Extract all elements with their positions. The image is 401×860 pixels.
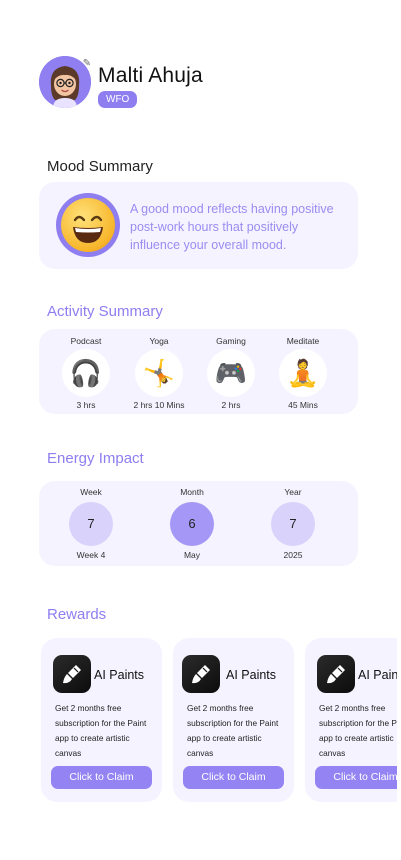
energy-item-week[interactable]: Week 7 Week 4: [59, 481, 123, 566]
profile-header: ✎ Malti Ahuja WFO: [39, 56, 359, 112]
energy-score: 6: [170, 502, 214, 546]
reward-description-line: app to create artistic: [55, 733, 130, 743]
energy-impact-title: Energy Impact: [47, 450, 144, 467]
activity-duration: 2 hrs: [221, 400, 241, 410]
meditate-icon: 🧘: [279, 349, 327, 397]
activity-item-yoga[interactable]: Yoga 🤸 2 hrs 10 Mins: [127, 329, 191, 414]
reward-card[interactable]: AI Paints Get 2 months free subscription…: [173, 638, 294, 802]
reward-description-line: canvas: [187, 748, 214, 758]
activity-item-meditate[interactable]: Meditate 🧘 45 Mins: [271, 329, 335, 414]
energy-period-value: 2025: [283, 550, 303, 560]
work-mode-badge: WFO: [98, 91, 138, 108]
reward-description-line: Get 2 months free: [55, 703, 122, 713]
yoga-icon: 🤸: [135, 349, 183, 397]
gamepad-icon: 🎮: [207, 349, 255, 397]
reward-description-line: subscription for the Paint: [187, 718, 279, 728]
energy-period-label: Week: [80, 487, 102, 497]
activity-duration: 45 Mins: [288, 400, 318, 410]
reward-description-line: canvas: [319, 748, 346, 758]
claim-button[interactable]: Click to Claim: [183, 766, 284, 789]
paint-brush-icon: [317, 655, 355, 693]
reward-title: AI Paints: [94, 668, 145, 682]
reward-description-line: subscription for the Paint: [319, 718, 397, 728]
mood-summary-card: A good mood reflects having positive pos…: [39, 182, 358, 269]
claim-button[interactable]: Click to Claim: [315, 766, 397, 789]
reward-description-line: Get 2 months free: [319, 703, 386, 713]
reward-card[interactable]: AI Paints Get 2 months free subscription…: [305, 638, 397, 802]
paint-brush-icon: [53, 655, 91, 693]
mood-summary-title: Mood Summary: [47, 158, 153, 175]
reward-description-line: subscription for the Paint: [55, 718, 147, 728]
energy-item-year[interactable]: Year 7 2025: [261, 481, 325, 566]
energy-impact-card: Week 7 Week 4 Month 6 May Year 7 2025: [39, 481, 358, 566]
energy-score: 7: [69, 502, 113, 546]
reward-description: Get 2 months free subscription for the P…: [187, 701, 294, 761]
paint-brush-icon: [182, 655, 220, 693]
reward-title: AI Paints: [358, 668, 397, 682]
grinning-face-icon: [61, 198, 115, 252]
energy-item-month[interactable]: Month 6 May: [160, 481, 224, 566]
claim-button[interactable]: Click to Claim: [51, 766, 152, 789]
mood-description: A good mood reflects having positive pos…: [130, 202, 334, 252]
reward-description-line: app to create artistic: [319, 733, 394, 743]
edit-pencil-icon[interactable]: ✎: [81, 58, 93, 70]
energy-score: 7: [271, 502, 315, 546]
energy-period-value: Week 4: [76, 550, 106, 560]
activity-duration: 3 hrs: [76, 400, 96, 410]
activity-item-gaming[interactable]: Gaming 🎮 2 hrs: [199, 329, 263, 414]
activity-name: Gaming: [216, 336, 246, 346]
energy-period-label: Year: [284, 487, 302, 497]
mood-emoji: [56, 193, 120, 257]
activity-summary-card: Podcast 🎧 3 hrs Yoga 🤸 2 hrs 10 Mins Gam…: [39, 329, 358, 414]
activity-duration: 2 hrs 10 Mins: [133, 400, 185, 410]
reward-description-line: canvas: [55, 748, 82, 758]
energy-period-label: Month: [180, 487, 204, 497]
activity-item-podcast[interactable]: Podcast 🎧 3 hrs: [54, 329, 118, 414]
activity-name: Podcast: [70, 336, 102, 346]
reward-card[interactable]: AI Paints Get 2 months free subscription…: [41, 638, 162, 802]
activity-summary-title: Activity Summary: [47, 303, 163, 320]
reward-title: AI Paints: [226, 668, 277, 682]
reward-description: Get 2 months free subscription for the P…: [55, 701, 162, 761]
headphones-icon: 🎧: [62, 349, 110, 397]
reward-description: Get 2 months free subscription for the P…: [319, 701, 397, 761]
reward-description-line: Get 2 months free: [187, 703, 254, 713]
activity-name: Yoga: [149, 336, 169, 346]
energy-period-value: May: [183, 550, 201, 560]
reward-description-line: app to create artistic: [187, 733, 262, 743]
activity-name: Meditate: [286, 336, 320, 346]
rewards-title: Rewards: [47, 606, 107, 623]
profile-name: Malti Ahuja: [98, 64, 203, 87]
